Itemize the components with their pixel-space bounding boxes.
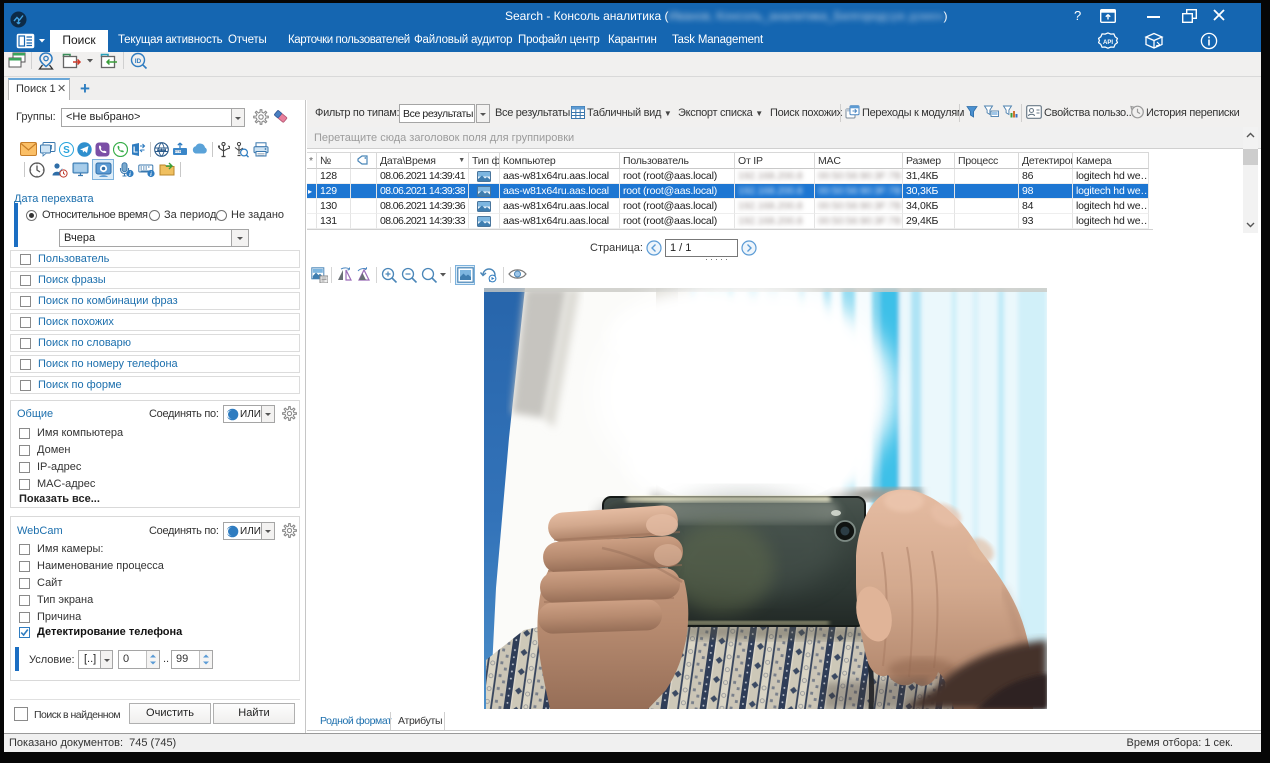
svg-text:L: L (133, 146, 138, 155)
svg-text:S: S (63, 145, 70, 156)
svg-text:API: API (1103, 40, 1113, 46)
svg-text:FTP: FTP (175, 150, 181, 154)
svg-text:HTTP: HTTP (157, 148, 165, 152)
svg-text:ID: ID (135, 58, 142, 65)
